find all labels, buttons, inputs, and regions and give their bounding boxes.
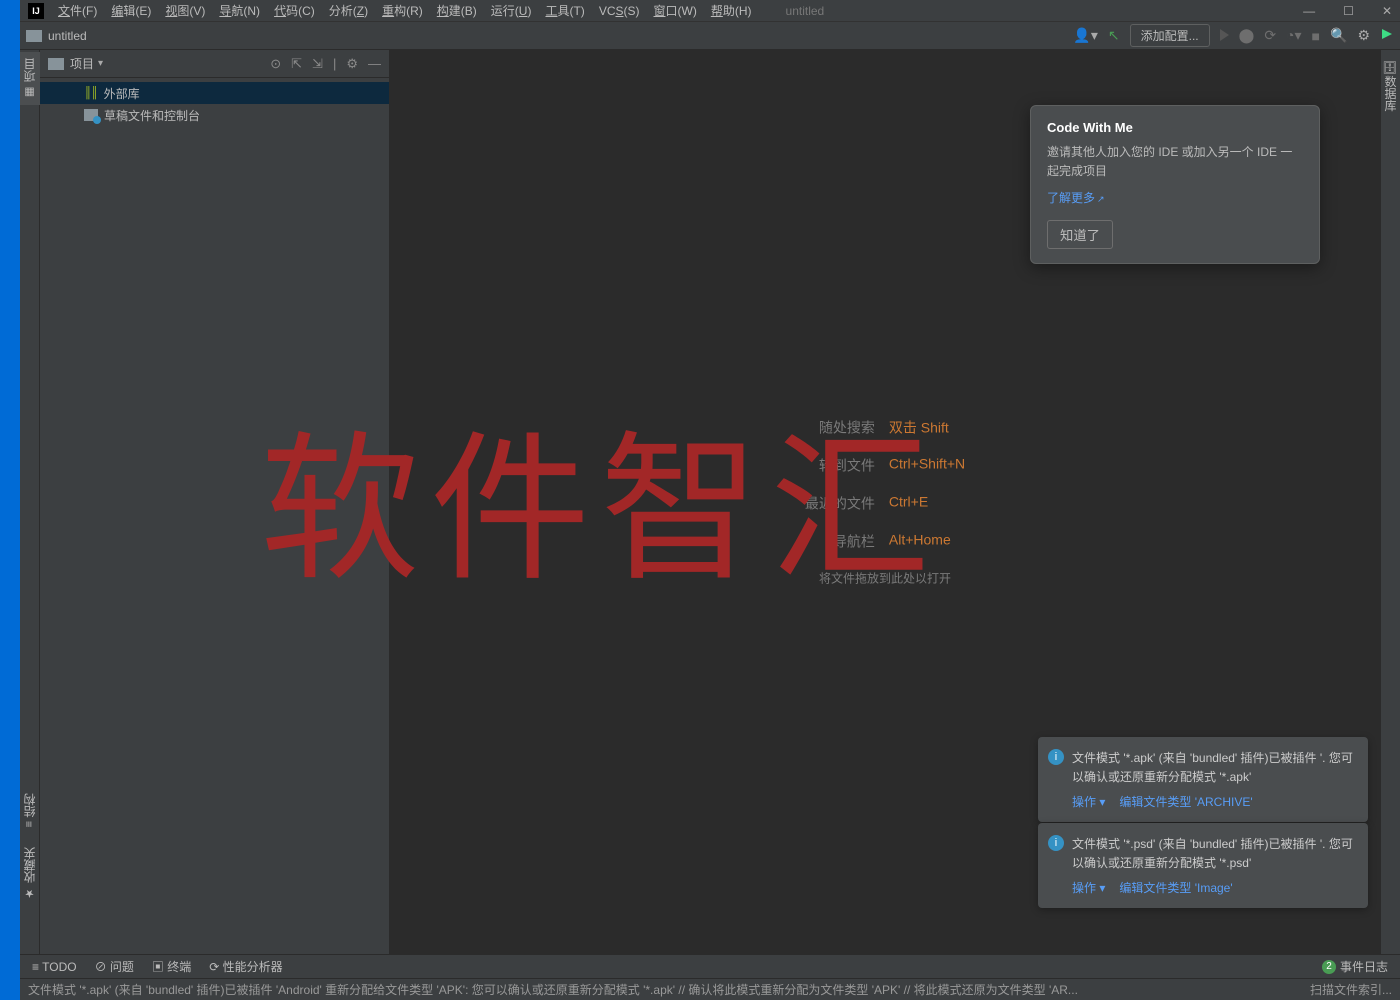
menu-run[interactable]: 运行(U) [491,2,532,19]
window-title: untitled [786,4,825,18]
panel-settings-icon[interactable]: ⚙ [346,56,358,72]
tool-tab-structure[interactable]: ≡结构 [20,787,40,833]
edit-file-type-link[interactable]: 编辑文件类型 'Image' [1119,879,1232,896]
app-logo: IJ [28,3,44,19]
tree-item-scratches[interactable]: 草稿文件和控制台 [40,104,389,126]
right-tool-gutter: 🗄数据库 [1380,50,1400,954]
run-configuration-selector[interactable]: 添加配置... [1130,24,1210,47]
indexing-status: 扫描文件索引... [1310,981,1392,998]
notification-apk: i 文件模式 '*.apk' (来自 'bundled' 插件)已被插件 '. … [1038,737,1368,822]
menu-navigate[interactable]: 导航(N) [219,2,260,19]
info-icon: i [1048,835,1064,851]
left-tool-gutter: ▦项目 ≡结构 ★收藏夹 [20,50,40,954]
coverage-icon[interactable]: ⟳ [1264,27,1276,44]
menu-vcs[interactable]: VCS(S) [599,4,640,18]
database-icon: 🗄 [1383,60,1397,75]
project-icon: ▦ [23,86,36,99]
project-sidebar: 项目 ▾ ⊙ ⇱ ⇲ | ⚙ — ║║ 外部库 草稿文件和控制台 [40,50,390,954]
external-link-icon: ↗ [1097,194,1105,204]
edit-file-type-link[interactable]: 编辑文件类型 'ARCHIVE' [1119,793,1252,810]
select-opened-file-icon[interactable]: ⊙ [270,56,281,72]
notification-psd: i 文件模式 '*.psd' (来自 'bundled' 插件)已被插件 '. … [1038,823,1368,908]
info-icon: i [1048,749,1064,765]
project-tree: ║║ 外部库 草稿文件和控制台 [40,78,389,130]
divider: | [333,56,336,72]
debug-icon[interactable]: ⬤ [1239,27,1255,44]
menu-file[interactable]: 文件(F) [58,2,97,19]
build-icon[interactable]: ↖ [1108,27,1120,44]
window-close-icon[interactable]: ✕ [1382,4,1392,18]
menu-refactor[interactable]: 重构(R) [382,2,423,19]
notification-actions-dropdown[interactable]: 操作 ▾ [1072,793,1105,810]
ide-services-icon[interactable] [1380,27,1394,44]
menu-tools[interactable]: 工具(T) [545,2,584,19]
tree-label: 草稿文件和控制台 [104,107,200,124]
structure-icon: ≡ [24,821,36,827]
hint-label: 导航栏 [805,532,875,552]
menu-view[interactable]: 视图(V) [165,2,205,19]
learn-more-link[interactable]: 了解更多↗ [1047,191,1105,205]
bottom-tool-bar: ≡ TODO ⊘ 问题 ▣ 终端 ⟳ 性能分析器 2 事件日志 [20,954,1400,978]
notification-text: 文件模式 '*.psd' (来自 'bundled' 插件)已被插件 '. 您可… [1072,835,1356,873]
scratch-icon [84,109,98,121]
hint-shortcut: Alt+Home [889,532,951,552]
tool-tab-terminal[interactable]: ▣ 终端 [152,958,191,975]
menu-build[interactable]: 构建(B) [437,2,477,19]
hide-panel-icon[interactable]: — [368,56,381,72]
breadcrumb[interactable]: untitled [48,29,87,43]
popup-description: 邀请其他人加入您的 IDE 或加入另一个 IDE 一起完成项目 [1047,143,1303,181]
menu-window[interactable]: 窗口(W) [654,2,697,19]
drop-hint: 将文件拖放到此处以打开 [805,570,965,587]
hint-shortcut: Ctrl+Shift+N [889,456,965,476]
got-it-button[interactable]: 知道了 [1047,220,1113,249]
tool-tab-profiler[interactable]: ⟳ 性能分析器 [209,958,282,975]
navigation-bar: untitled 👤▾ ↖ 添加配置... ⬤ ⟳ ◔▾ ■ 🔍 ⚙ [20,22,1400,50]
chevron-down-icon[interactable]: ▾ [98,58,103,69]
hint-shortcut: 双击 Shift [889,418,949,438]
code-with-me-icon[interactable]: 👤▾ [1073,27,1097,44]
desktop-strip [0,0,20,1000]
tree-label: 外部库 [104,85,140,102]
folder-icon [26,30,42,42]
profiler-icon[interactable]: ◔▾ [1286,27,1301,44]
star-icon: ★ [23,887,36,900]
tool-tab-favorites[interactable]: ★收藏夹 [20,841,40,906]
status-bar: 文件模式 '*.apk' (来自 'bundled' 插件)已被插件 'Andr… [20,978,1400,1000]
menu-help[interactable]: 帮助(H) [711,2,752,19]
status-message: 文件模式 '*.apk' (来自 'bundled' 插件)已被插件 'Andr… [28,981,1078,998]
tool-tab-database[interactable]: 🗄数据库 [1380,54,1400,117]
window-maximize-icon[interactable]: ☐ [1343,4,1354,18]
window-minimize-icon[interactable]: — [1303,4,1315,18]
panel-title: 项目 [70,55,94,72]
event-count-badge: 2 [1322,960,1336,974]
tool-tab-project[interactable]: ▦项目 [20,52,40,105]
collapse-all-icon[interactable]: ⇲ [312,56,323,72]
library-icon: ║║ [84,87,98,99]
menu-bar: IJ 文件(F) 编辑(E) 视图(V) 导航(N) 代码(C) 分析(Z) 重… [20,0,1400,22]
event-log-button[interactable]: 2 事件日志 [1322,958,1388,975]
run-icon[interactable] [1220,28,1229,44]
notification-text: 文件模式 '*.apk' (来自 'bundled' 插件)已被插件 '. 您可… [1072,749,1356,787]
stop-icon[interactable]: ■ [1312,28,1320,44]
popup-title: Code With Me [1047,120,1303,135]
tool-tab-todo[interactable]: ≡ TODO [32,960,77,974]
notification-actions-dropdown[interactable]: 操作 ▾ [1072,879,1105,896]
ide-window: IJ 文件(F) 编辑(E) 视图(V) 导航(N) 代码(C) 分析(Z) 重… [20,0,1400,1000]
menu-analyze[interactable]: 分析(Z) [329,2,368,19]
hint-label: 随处搜索 [805,418,875,438]
hint-label: 最近的文件 [805,494,875,514]
search-icon[interactable]: 🔍 [1330,27,1347,44]
project-panel-header: 项目 ▾ ⊙ ⇱ ⇲ | ⚙ — [40,50,389,78]
tool-tab-problems[interactable]: ⊘ 问题 [95,958,134,975]
menu-code[interactable]: 代码(C) [274,2,315,19]
expand-all-icon[interactable]: ⇱ [291,56,302,72]
hint-label: 转到文件 [805,456,875,476]
folder-icon [48,58,64,70]
empty-editor-hints: 随处搜索双击 Shift 转到文件 Ctrl+Shift+N 最近的文件 Ctrl+… [805,418,965,587]
hint-shortcut: Ctrl+E [889,494,928,514]
code-with-me-popup: Code With Me 邀请其他人加入您的 IDE 或加入另一个 IDE 一起… [1030,105,1320,264]
tree-item-external-libraries[interactable]: ║║ 外部库 [40,82,389,104]
menu-edit[interactable]: 编辑(E) [111,2,151,19]
settings-icon[interactable]: ⚙ [1357,27,1370,44]
